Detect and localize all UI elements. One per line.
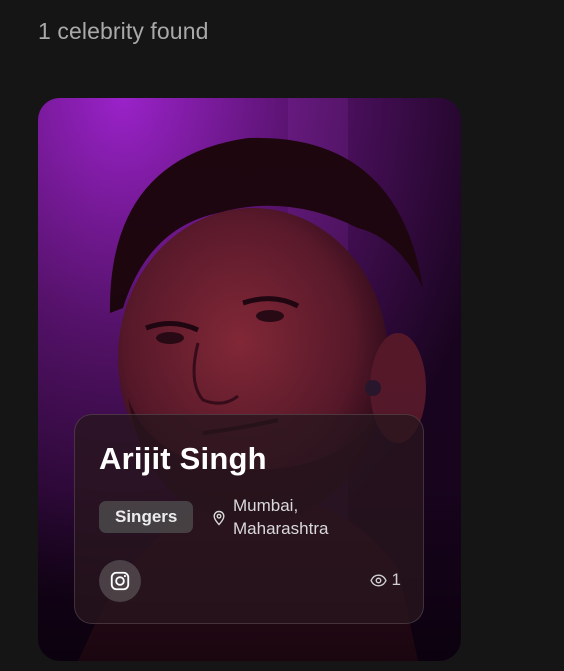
instagram-icon <box>110 571 130 591</box>
celebrity-card[interactable]: Arijit Singh Singers Mumbai, Maharashtra <box>38 98 461 661</box>
category-badge[interactable]: Singers <box>99 501 194 533</box>
view-count-value: 1 <box>391 570 401 589</box>
location-city: Mumbai, <box>233 496 299 515</box>
location-state: Maharashtra <box>233 519 329 538</box>
results-count: 1 celebrity found <box>38 18 209 44</box>
info-panel: Arijit Singh Singers Mumbai, Maharashtra <box>74 414 424 624</box>
celebrity-name[interactable]: Arijit Singh <box>99 441 267 477</box>
location-text: Mumbai, Maharashtra <box>233 494 363 540</box>
eye-icon <box>369 573 387 587</box>
instagram-button[interactable] <box>99 560 141 602</box>
map-pin-icon <box>213 510 225 526</box>
location: Mumbai, Maharashtra <box>211 494 363 540</box>
view-count: 1 <box>369 570 401 590</box>
